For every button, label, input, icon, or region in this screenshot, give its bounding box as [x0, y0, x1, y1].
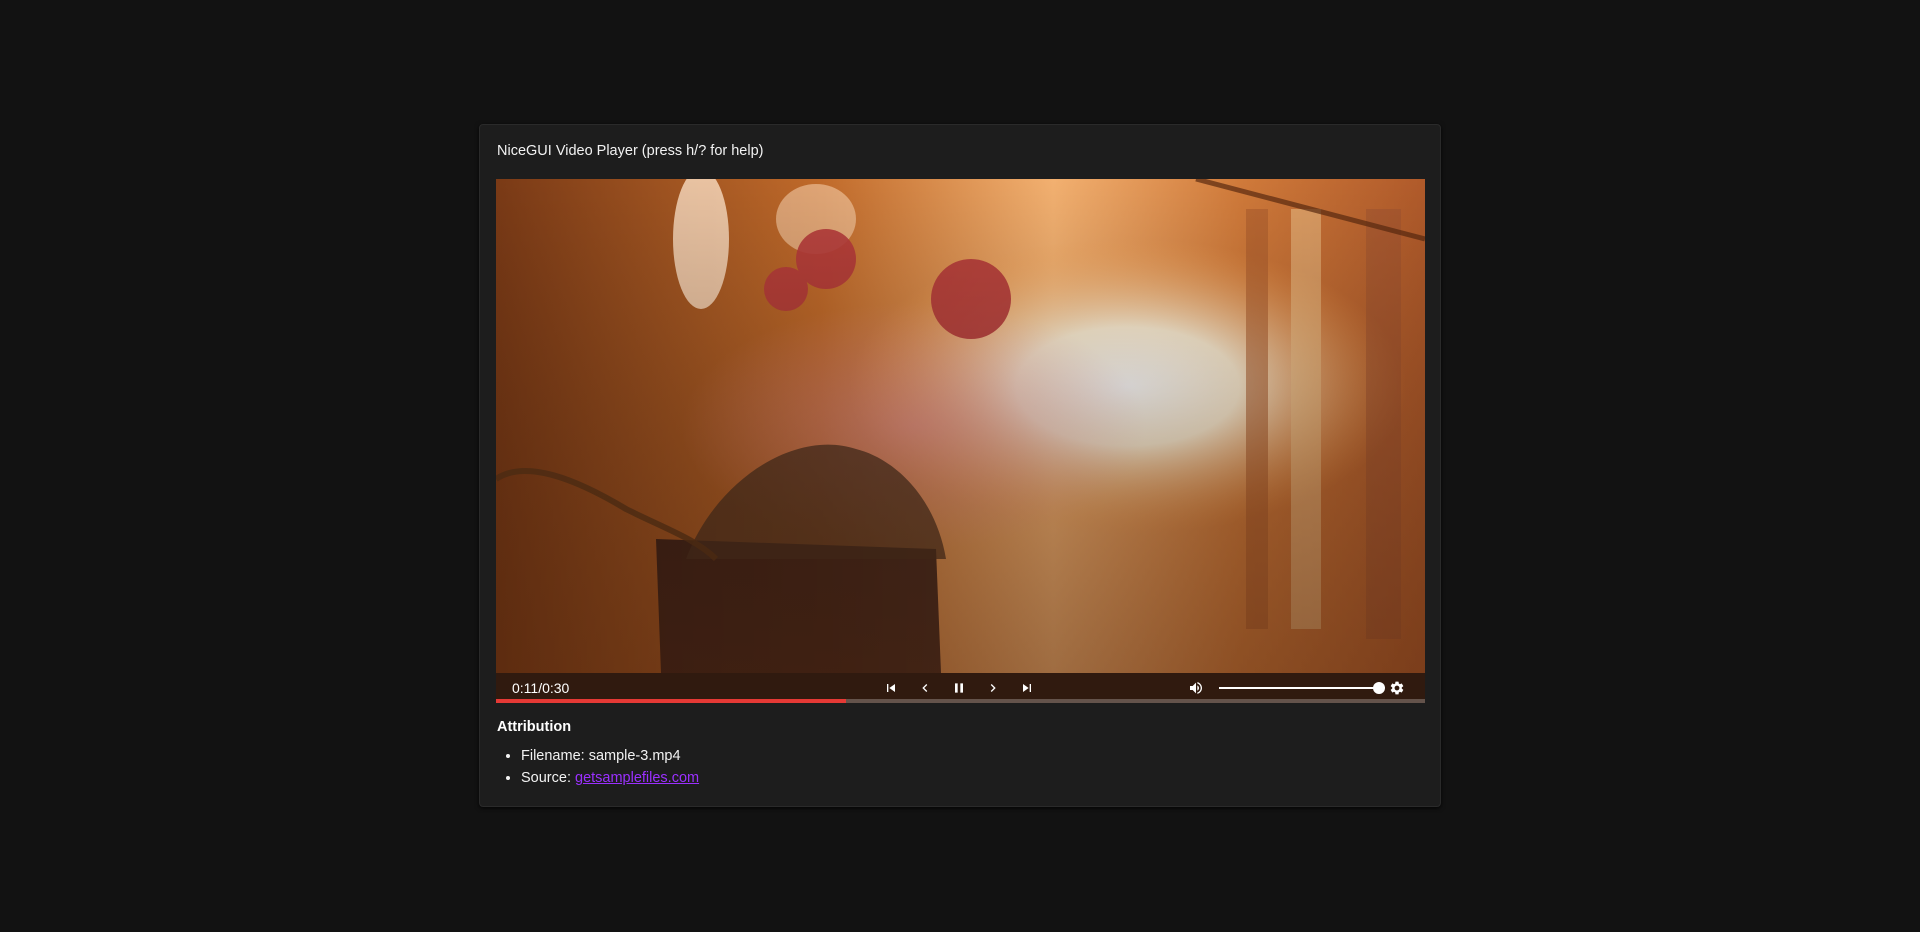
attribution-source-label: Source:: [521, 770, 575, 786]
volume-fill: [1219, 687, 1379, 689]
skip-previous-button[interactable]: [881, 678, 901, 698]
rewind-button[interactable]: [915, 678, 935, 698]
video-controls-bar: 0:11/0:30: [496, 673, 1425, 703]
video-element[interactable]: 0:11/0:30: [496, 179, 1425, 703]
video-player-card: NiceGUI Video Player (press h/? for help…: [479, 124, 1441, 807]
forward-button[interactable]: [983, 678, 1003, 698]
attribution-filename: Filename: sample-3.mp4: [521, 745, 699, 767]
volume-thumb[interactable]: [1373, 682, 1385, 694]
seek-bar-fill: [496, 699, 847, 703]
gear-icon: [1390, 681, 1404, 695]
attribution-list: Filename: sample-3.mp4 Source: getsample…: [497, 745, 699, 789]
skip-previous-icon: [887, 684, 895, 692]
volume-button[interactable]: [1186, 678, 1206, 698]
volume-slider[interactable]: [1219, 682, 1385, 694]
time-display: 0:11/0:30: [512, 680, 570, 696]
chevron-left-icon: [922, 684, 928, 692]
skip-next-button[interactable]: [1017, 678, 1037, 698]
video-frame: [496, 179, 1425, 673]
source-link[interactable]: getsamplefiles.com: [575, 770, 699, 786]
seek-bar[interactable]: [496, 699, 1425, 703]
pause-button[interactable]: [949, 678, 969, 698]
settings-button[interactable]: [1387, 678, 1407, 698]
chevron-right-icon: [990, 684, 996, 692]
card-title: NiceGUI Video Player (press h/? for help…: [497, 143, 764, 159]
skip-next-icon: [1023, 684, 1031, 692]
pause-icon: [955, 683, 963, 693]
volume-up-icon: [1190, 682, 1202, 694]
attribution-heading: Attribution: [497, 719, 572, 735]
attribution-source: Source: getsamplefiles.com: [521, 767, 699, 789]
